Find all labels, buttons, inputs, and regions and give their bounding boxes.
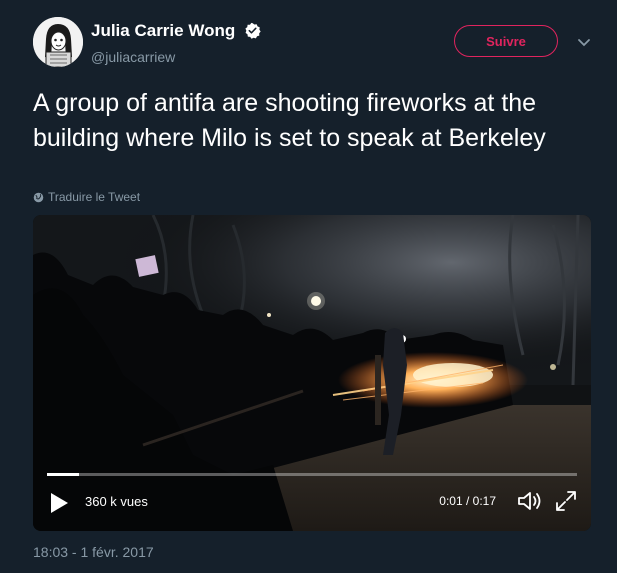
volume-icon[interactable] [517,490,543,517]
video-time: 0:01 / 0:17 [439,494,496,508]
video-progress-fill [47,473,79,476]
follow-button[interactable]: Suivre [454,25,558,57]
play-icon[interactable] [49,492,69,519]
translate-label: Traduire le Tweet [48,190,141,204]
author-block[interactable]: Julia Carrie Wong @juliacarriew [91,21,261,65]
author-handle[interactable]: @juliacarriew [91,49,261,65]
chevron-down-icon[interactable] [577,35,591,53]
tweet-timestamp[interactable]: 18:03 - 1 févr. 2017 [33,544,154,560]
video-controls: 360 k vues 0:01 / 0:17 [33,461,591,531]
video-progress-bar[interactable] [47,473,577,476]
author-name[interactable]: Julia Carrie Wong [91,21,235,40]
video-player[interactable]: 360 k vues 0:01 / 0:17 [33,215,591,531]
avatar[interactable] [33,17,83,67]
tweet-header: Julia Carrie Wong @juliacarriew Suivre [33,17,597,67]
cartoon-portrait-avatar-icon [33,17,83,67]
fullscreen-icon[interactable] [555,490,577,517]
translate-tweet-link[interactable]: Traduire le Tweet [33,190,140,204]
tweet-text: A group of antifa are shooting fireworks… [33,89,546,152]
globe-icon [33,192,44,203]
verified-badge-icon [244,22,261,44]
view-count: 360 k vues [85,494,148,509]
